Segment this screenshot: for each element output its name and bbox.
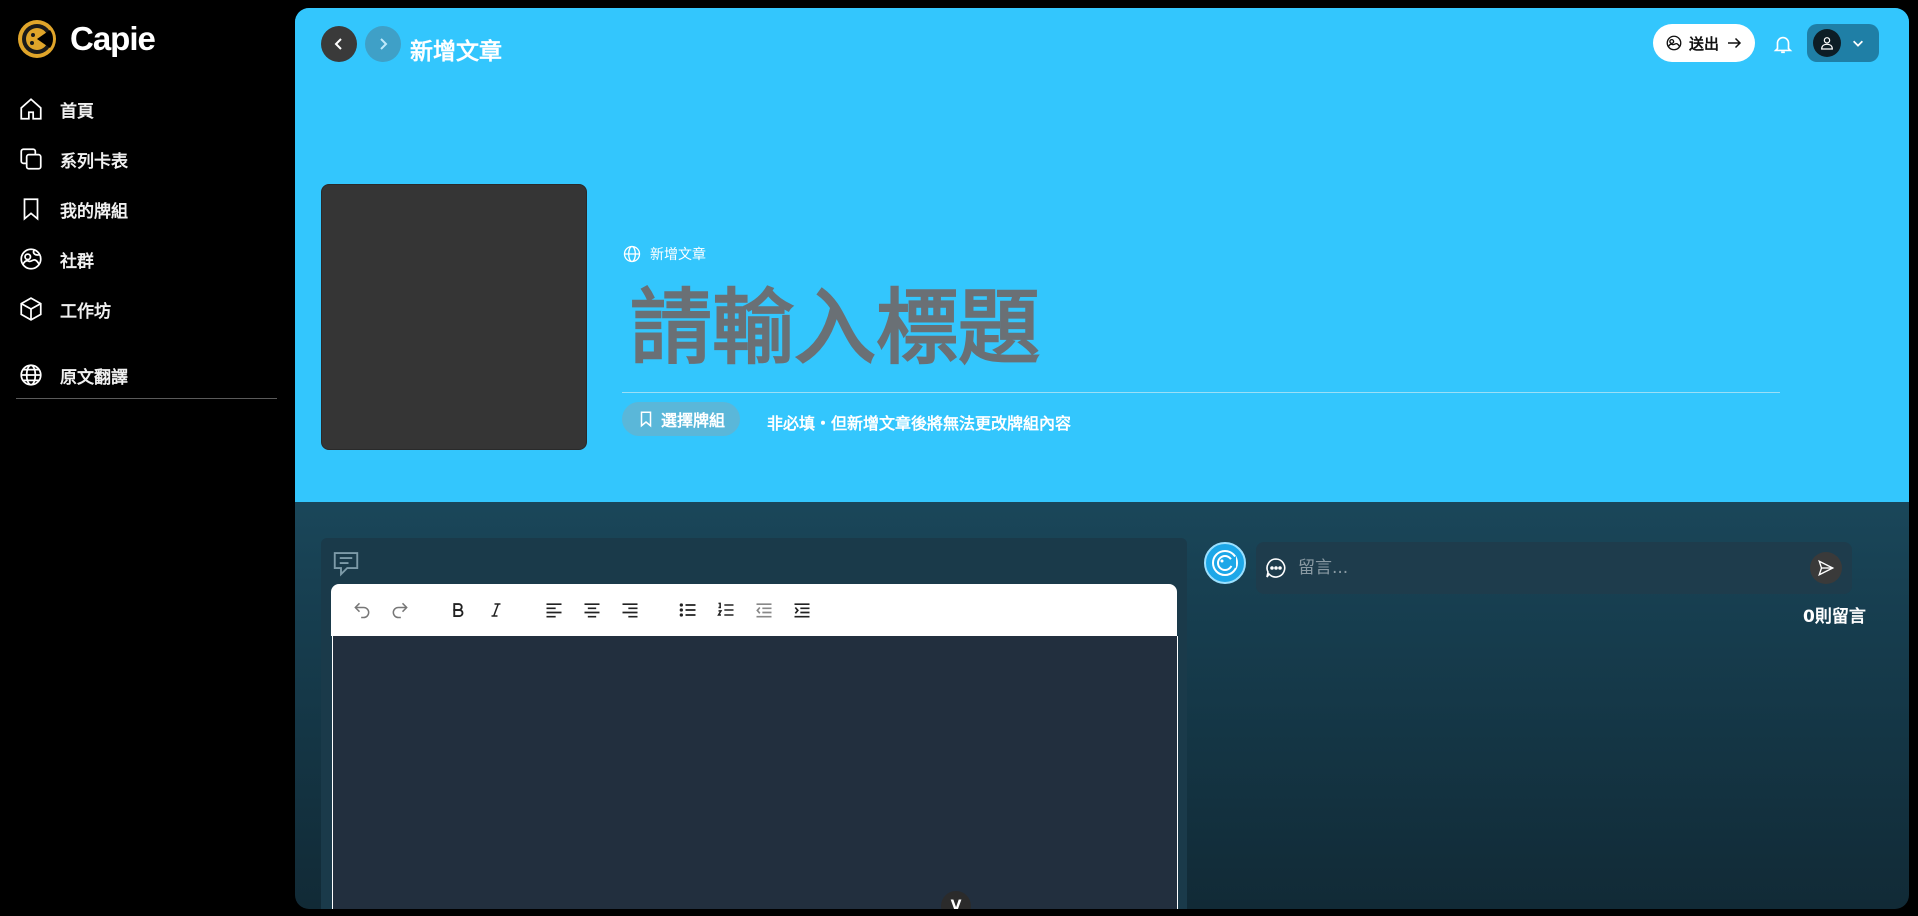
notification-button[interactable]	[1767, 28, 1799, 60]
send-label: 送出	[1688, 34, 1719, 53]
numbered-list-icon	[717, 602, 734, 616]
user-icon	[1821, 37, 1833, 50]
sidebar-item-workshop[interactable]: 工作坊	[16, 284, 276, 334]
sidebar-item-label: 首頁	[60, 101, 94, 122]
italic-button[interactable]	[477, 591, 515, 629]
italic-icon	[491, 603, 501, 617]
sidebar-item-home[interactable]: 首頁	[16, 84, 276, 134]
redo-button[interactable]	[381, 591, 419, 629]
sidebar-item-translation[interactable]: 原文翻譯	[16, 350, 276, 400]
back-button[interactable]	[321, 26, 357, 62]
sidebar-item-label: 社群	[60, 251, 94, 272]
select-deck-label: 選擇牌組	[660, 411, 725, 430]
comment-count: 0則留言	[1803, 607, 1866, 627]
title-input[interactable]	[630, 278, 1780, 378]
brand[interactable]: Capie	[16, 18, 156, 60]
sidebar-nav: 首頁 系列卡表 我的牌組 社群 工作坊 原文翻譯	[16, 84, 276, 400]
bookmark-icon	[640, 411, 652, 428]
bullet-list-icon	[679, 603, 696, 617]
avatar	[1813, 29, 1841, 57]
indent-button[interactable]	[783, 591, 821, 629]
bullet-list-button[interactable]	[669, 591, 707, 629]
community-icon	[1666, 35, 1682, 51]
undo-button[interactable]	[343, 591, 381, 629]
sidebar: Capie 首頁 系列卡表 我的牌組 社群 工作坊 原文翻譯	[0, 0, 295, 916]
outdent-button[interactable]	[745, 591, 783, 629]
bold-button[interactable]	[439, 591, 477, 629]
box-icon	[16, 294, 46, 324]
user-menu[interactable]	[1807, 24, 1879, 62]
chevron-down-icon	[1853, 40, 1863, 47]
brand-name: Capie	[70, 20, 156, 57]
sidebar-item-label: 工作坊	[60, 301, 111, 322]
forward-button[interactable]	[365, 26, 401, 62]
community-icon	[16, 244, 46, 274]
align-left-icon	[546, 603, 562, 618]
cover-image-placeholder[interactable]	[321, 184, 587, 450]
capie-logo-icon	[1212, 550, 1238, 576]
align-left-button[interactable]	[535, 591, 573, 629]
capie-logo-icon	[18, 20, 56, 58]
select-deck-button[interactable]: 選擇牌組	[622, 402, 740, 436]
deck-note: 非必填・但新增文章後將無法更改牌組內容	[767, 414, 1072, 433]
sidebar-item-label: 我的牌組	[60, 201, 128, 222]
outdent-icon	[756, 603, 772, 618]
send-button[interactable]: 送出	[1653, 24, 1755, 62]
page-title: 新增文章	[410, 39, 502, 65]
sidebar-item-label: 原文翻譯	[60, 367, 128, 388]
comment-input[interactable]	[1296, 557, 1790, 579]
align-right-button[interactable]	[611, 591, 649, 629]
sidebar-item-community[interactable]: 社群	[16, 234, 276, 284]
sidebar-divider	[16, 398, 277, 399]
align-center-button[interactable]	[573, 591, 611, 629]
indent-icon	[794, 603, 810, 618]
chat-bubble-icon	[1266, 558, 1286, 578]
align-right-icon	[622, 603, 638, 618]
sidebar-item-my-decks[interactable]: 我的牌組	[16, 184, 276, 234]
article-header: 新增文章 送出 新增文章 選擇牌組	[295, 8, 1909, 502]
main-content: 新增文章 送出 新增文章 選擇牌組	[295, 8, 1909, 909]
avatar	[1204, 542, 1246, 584]
editor-body[interactable]	[332, 636, 1178, 909]
chevron-right-icon	[380, 38, 388, 50]
undo-icon	[354, 602, 370, 619]
numbered-list-button[interactable]	[707, 591, 745, 629]
globe-icon	[16, 360, 46, 390]
arrow-right-icon	[1728, 37, 1742, 49]
top-bar: 新增文章 送出	[295, 8, 1909, 78]
message-square-icon	[333, 552, 359, 577]
breadcrumb-label: 新增文章	[650, 247, 706, 263]
breadcrumb: 新增文章	[622, 244, 706, 264]
globe-icon	[623, 245, 641, 263]
sidebar-item-series[interactable]: 系列卡表	[16, 134, 276, 184]
sidebar-item-label: 系列卡表	[60, 151, 128, 172]
copy-cards-icon	[16, 144, 46, 174]
align-center-icon	[584, 603, 600, 618]
comment-box	[1256, 542, 1852, 594]
send-comment-button[interactable]	[1810, 552, 1842, 584]
bookmark-icon	[16, 194, 46, 224]
redo-icon	[392, 602, 408, 619]
send-icon	[1818, 559, 1835, 577]
bold-icon	[453, 603, 464, 617]
editor-toolbar	[331, 584, 1177, 636]
chevron-left-icon	[334, 38, 342, 50]
home-icon	[16, 94, 46, 124]
title-underline	[622, 392, 1780, 393]
bell-icon	[1773, 36, 1793, 54]
editor-card	[321, 538, 1187, 909]
